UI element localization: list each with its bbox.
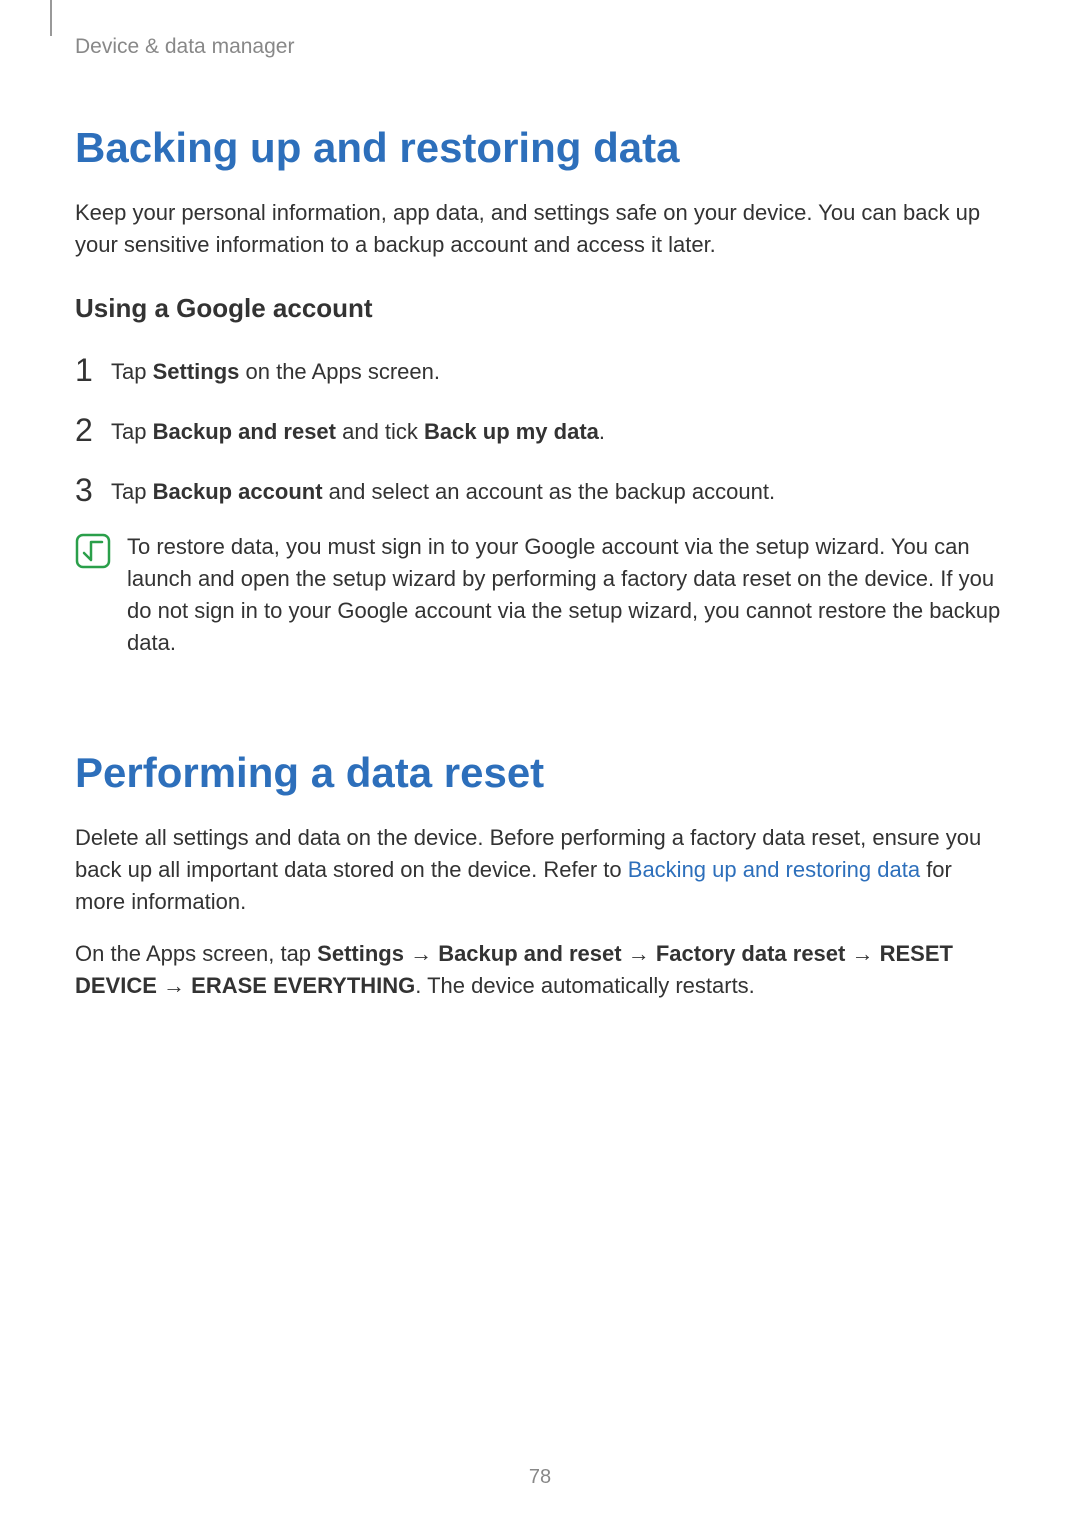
text-fragment: Tap — [111, 359, 153, 384]
text-bold: Settings — [317, 941, 404, 966]
text-fragment: . — [599, 419, 605, 444]
page-trim-mark — [50, 0, 52, 36]
page-number: 78 — [0, 1466, 1080, 1489]
section1-title: Backing up and restoring data — [75, 124, 1005, 172]
section2-paragraph2: On the Apps screen, tap Settings → Backu… — [75, 938, 1005, 1002]
step-text: Tap Backup account and select an account… — [111, 476, 775, 508]
cross-reference-link[interactable]: Backing up and restoring data — [628, 857, 920, 882]
text-fragment: Tap — [111, 419, 153, 444]
step-item: 1 Tap Settings on the Apps screen. — [75, 352, 1005, 388]
arrow-separator: → — [404, 941, 438, 966]
text-bold: Backup account — [153, 479, 323, 504]
arrow-separator: → — [622, 941, 656, 966]
arrow-separator: → — [845, 941, 879, 966]
text-fragment: and tick — [336, 419, 424, 444]
step-number: 3 — [75, 474, 111, 506]
text-fragment: Tap — [111, 479, 153, 504]
step-item: 2 Tap Backup and reset and tick Back up … — [75, 412, 1005, 448]
step-text: Tap Backup and reset and tick Back up my… — [111, 416, 605, 448]
page-content: Device & data manager Backing up and res… — [0, 0, 1080, 1001]
step-text: Tap Settings on the Apps screen. — [111, 356, 440, 388]
step-item: 3 Tap Backup account and select an accou… — [75, 472, 1005, 508]
arrow-separator: → — [157, 973, 191, 998]
note-icon-wrapper — [75, 533, 121, 569]
note-text: To restore data, you must sign in to you… — [121, 531, 1005, 659]
step-number: 1 — [75, 354, 111, 386]
text-bold: Backup and reset — [153, 419, 336, 444]
text-fragment: . The device automatically restarts. — [415, 973, 755, 998]
note-icon — [75, 533, 111, 569]
section2-paragraph1: Delete all settings and data on the devi… — [75, 822, 1005, 918]
steps-list: 1 Tap Settings on the Apps screen. 2 Tap… — [75, 352, 1005, 508]
text-bold: Back up my data — [424, 419, 599, 444]
text-bold: Settings — [153, 359, 240, 384]
text-bold: Factory data reset — [656, 941, 846, 966]
text-fragment: On the Apps screen, tap — [75, 941, 317, 966]
breadcrumb: Device & data manager — [75, 35, 1005, 59]
text-fragment: on the Apps screen. — [239, 359, 440, 384]
text-bold: Backup and reset — [438, 941, 621, 966]
section2-title: Performing a data reset — [75, 749, 1005, 797]
note-box: To restore data, you must sign in to you… — [75, 531, 1005, 659]
text-bold: ERASE EVERYTHING — [191, 973, 415, 998]
step-number: 2 — [75, 414, 111, 446]
section1-subheading: Using a Google account — [75, 293, 1005, 324]
text-fragment: and select an account as the backup acco… — [323, 479, 776, 504]
section1-intro: Keep your personal information, app data… — [75, 197, 1005, 261]
